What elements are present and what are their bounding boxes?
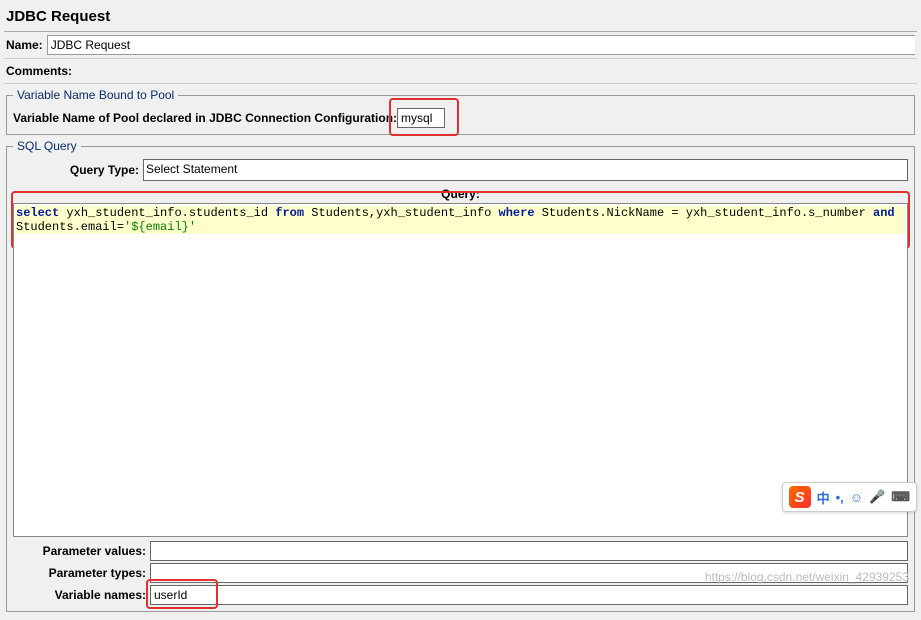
comments-label: Comments:: [6, 62, 72, 80]
sql-text: Students,yxh_student_info: [304, 206, 498, 220]
pool-legend: Variable Name Bound to Pool: [13, 88, 178, 102]
query-type-select[interactable]: Select Statement: [143, 159, 908, 181]
page-title: JDBC Request: [4, 4, 917, 32]
ime-toolbar: S 中 •, ☺ 🎤 ⌨: [782, 482, 917, 512]
sql-text: Students.email=: [16, 220, 124, 234]
ime-logo-icon[interactable]: S: [789, 486, 811, 508]
ime-emoji-icon[interactable]: ☺: [850, 490, 863, 505]
ime-keyboard-icon[interactable]: ⌨: [891, 489, 910, 505]
param-types-input[interactable]: [150, 563, 908, 583]
param-values-label: Parameter values:: [13, 544, 146, 558]
sql-keyword-from: from: [275, 206, 304, 220]
ime-mic-icon[interactable]: 🎤: [869, 489, 885, 505]
ime-punct-toggle[interactable]: •,: [836, 490, 844, 505]
pool-fieldset: Variable Name Bound to Pool Variable Nam…: [6, 88, 915, 135]
name-label: Name:: [6, 38, 43, 52]
param-values-input[interactable]: [150, 541, 908, 561]
ime-lang-toggle[interactable]: 中: [817, 488, 830, 507]
variable-names-label: Variable names:: [13, 588, 146, 602]
variable-names-input[interactable]: [150, 585, 908, 605]
comments-row: Comments:: [4, 59, 917, 84]
sql-legend: SQL Query: [13, 139, 81, 153]
query-textarea[interactable]: select yxh_student_info.students_id from…: [13, 203, 908, 537]
name-row: Name: JDBC Request: [4, 32, 917, 59]
param-types-label: Parameter types:: [13, 566, 146, 580]
sql-string: '${email}': [124, 220, 196, 234]
query-label: Query:: [13, 187, 908, 201]
sql-keyword-select: select: [16, 206, 59, 220]
query-type-label: Query Type:: [13, 163, 139, 177]
sql-keyword-and: and: [873, 206, 895, 220]
name-input[interactable]: JDBC Request: [47, 35, 915, 55]
pool-input[interactable]: [397, 108, 445, 128]
pool-label: Variable Name of Pool declared in JDBC C…: [13, 111, 397, 125]
sql-text: Students.NickName = yxh_student_info.s_n…: [535, 206, 873, 220]
sql-fieldset: SQL Query Query Type: Select Statement Q…: [6, 139, 915, 612]
sql-keyword-where: where: [499, 206, 535, 220]
sql-text: yxh_student_info.students_id: [59, 206, 275, 220]
